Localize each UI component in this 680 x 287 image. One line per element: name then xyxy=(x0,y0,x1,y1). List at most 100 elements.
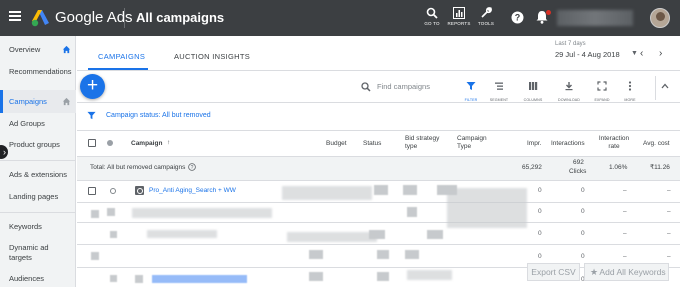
redacted-campaign-link xyxy=(152,275,247,283)
column-header-interaction-rate[interactable]: Interaction rate xyxy=(596,135,632,151)
select-all-checkbox[interactable] xyxy=(88,139,96,147)
column-header-avg-cost[interactable]: Avg. cost xyxy=(643,140,670,148)
row-avg-cost: – xyxy=(667,187,671,194)
chevron-right-icon[interactable]: › xyxy=(0,145,8,159)
redacted-cell xyxy=(132,208,272,218)
column-header-interactions[interactable]: Interactions xyxy=(551,140,585,148)
row-checkbox[interactable] xyxy=(88,187,96,195)
toolbar-divider xyxy=(77,102,680,103)
column-header-status[interactable]: Status xyxy=(363,140,381,148)
sidebar-item-product-groups[interactable]: Product groups xyxy=(9,140,60,150)
chevron-down-icon[interactable]: ▼ xyxy=(631,50,638,57)
row-interaction-rate: – xyxy=(623,187,627,194)
chevron-up-icon[interactable] xyxy=(661,83,669,89)
previous-period-icon[interactable]: ‹ xyxy=(640,48,643,59)
next-period-icon[interactable]: › xyxy=(659,48,662,59)
wrench-icon xyxy=(481,7,492,18)
sidebar-item-keywords[interactable]: Keywords xyxy=(9,222,42,232)
date-range-selector[interactable]: 29 Jul - 4 Aug 2018 xyxy=(555,50,620,59)
redacted-cell xyxy=(147,230,217,238)
search-icon xyxy=(361,82,371,92)
brand-name: Google Ads xyxy=(55,9,133,26)
table-divider xyxy=(77,202,680,203)
tab-campaigns[interactable]: CAMPAIGNS xyxy=(98,52,145,61)
table-divider xyxy=(77,244,680,245)
svg-text:?: ? xyxy=(191,165,194,171)
header-divider xyxy=(77,70,680,71)
columns-button[interactable]: COLUMNS xyxy=(522,78,544,102)
row-avg-cost: – xyxy=(667,208,671,215)
redacted-cell xyxy=(405,250,419,259)
svg-text:?: ? xyxy=(515,13,521,23)
account-info-redacted[interactable] xyxy=(557,10,633,26)
sidebar-item-campaigns[interactable]: Campaigns xyxy=(9,97,47,107)
row-impr: 0 xyxy=(538,208,542,215)
redacted-cell xyxy=(377,272,389,281)
bar-chart-icon xyxy=(453,7,465,19)
filter-icon xyxy=(466,82,476,90)
row-avg-cost: – xyxy=(667,230,671,237)
more-vertical-icon xyxy=(628,81,632,91)
row-avg-cost: – xyxy=(667,253,671,260)
export-csv-button[interactable]: Export CSV xyxy=(527,263,580,281)
redacted-cell xyxy=(447,188,527,228)
sort-arrow-up-icon[interactable]: ↑ xyxy=(167,139,170,147)
sidebar-item-ads-extensions[interactable]: Ads & extensions xyxy=(9,170,67,180)
columns-icon xyxy=(529,82,538,90)
sidebar-item-audiences[interactable]: Audiences xyxy=(9,274,44,284)
column-header-budget[interactable]: Budget xyxy=(326,140,347,148)
find-campaigns-input[interactable]: Find campaigns xyxy=(377,82,430,91)
total-interactions: 692 xyxy=(573,159,584,166)
sidebar-item-ad-groups[interactable]: Ad Groups xyxy=(9,119,45,129)
campaign-link[interactable]: Pro_Anti Aging_Search + WW xyxy=(149,187,236,194)
home-icon xyxy=(62,97,71,106)
redacted-cell xyxy=(110,231,117,238)
add-all-keywords-label: Add All Keywords xyxy=(599,267,666,277)
sidebar-item-recommendations[interactable]: Recommendations xyxy=(9,67,72,77)
star-icon: ★ xyxy=(590,267,599,277)
total-interactions-unit: Clicks xyxy=(569,168,587,175)
tools-button[interactable]: TOOLS xyxy=(472,5,500,33)
total-row: Total: All but removed campaigns ? 65,29… xyxy=(77,156,680,180)
go-to-label: GO TO xyxy=(424,21,440,26)
avatar[interactable] xyxy=(650,8,670,28)
column-header-bid-strategy-type[interactable]: Bid strategy type xyxy=(405,135,445,151)
tab-auction-insights[interactable]: AUCTION INSIGHTS xyxy=(174,52,250,61)
main-content: CAMPAIGNS AUCTION INSIGHTS Last 7 days 2… xyxy=(77,36,680,287)
filter-button[interactable]: FILTER xyxy=(460,78,482,102)
sidebar-item-overview[interactable]: Overview xyxy=(9,45,40,55)
segment-icon xyxy=(495,82,503,90)
menu-icon[interactable] xyxy=(9,11,21,21)
row-interaction-rate: – xyxy=(623,253,627,260)
column-header-impr[interactable]: Impr. xyxy=(527,140,541,148)
reports-button[interactable]: REPORTS xyxy=(445,5,473,33)
expand-icon xyxy=(597,81,607,91)
download-button[interactable]: DOWNLOAD xyxy=(558,78,580,102)
notification-badge xyxy=(546,10,551,15)
go-to-button[interactable]: GO TO xyxy=(418,5,446,33)
total-label: Total: All but removed campaigns xyxy=(90,164,186,171)
redacted-cell xyxy=(407,270,452,280)
help-icon[interactable]: ? xyxy=(511,11,524,24)
row-interaction-rate: – xyxy=(623,230,627,237)
active-filter-chip[interactable]: Campaign status: All but removed xyxy=(106,112,211,119)
sidebar-item-landing-pages[interactable]: Landing pages xyxy=(9,192,58,202)
add-all-keywords-button[interactable]: ★ Add All Keywords xyxy=(584,263,669,281)
home-icon xyxy=(62,45,71,54)
sidebar-divider xyxy=(0,212,76,213)
redacted-cell xyxy=(135,275,143,283)
more-button[interactable]: MORE xyxy=(619,78,641,102)
column-header-campaign[interactable]: Campaign xyxy=(131,140,162,148)
expand-button[interactable]: EXPAND xyxy=(591,78,613,102)
help-circle-icon[interactable]: ? xyxy=(188,163,196,171)
total-interaction-rate: 1.06% xyxy=(609,164,628,171)
column-header-campaign-type[interactable]: Campaign Type xyxy=(457,135,497,151)
add-campaign-button[interactable]: + xyxy=(80,74,105,99)
redacted-cell xyxy=(282,186,372,200)
google-ads-logo xyxy=(31,10,49,27)
status-dot-header xyxy=(107,140,113,146)
redacted-cell xyxy=(91,252,99,260)
segment-button[interactable]: SEGMENT xyxy=(488,78,510,102)
filter-icon xyxy=(87,111,96,120)
sidebar-item-dynamic-ad-targets[interactable]: Dynamic ad targets xyxy=(9,243,64,263)
